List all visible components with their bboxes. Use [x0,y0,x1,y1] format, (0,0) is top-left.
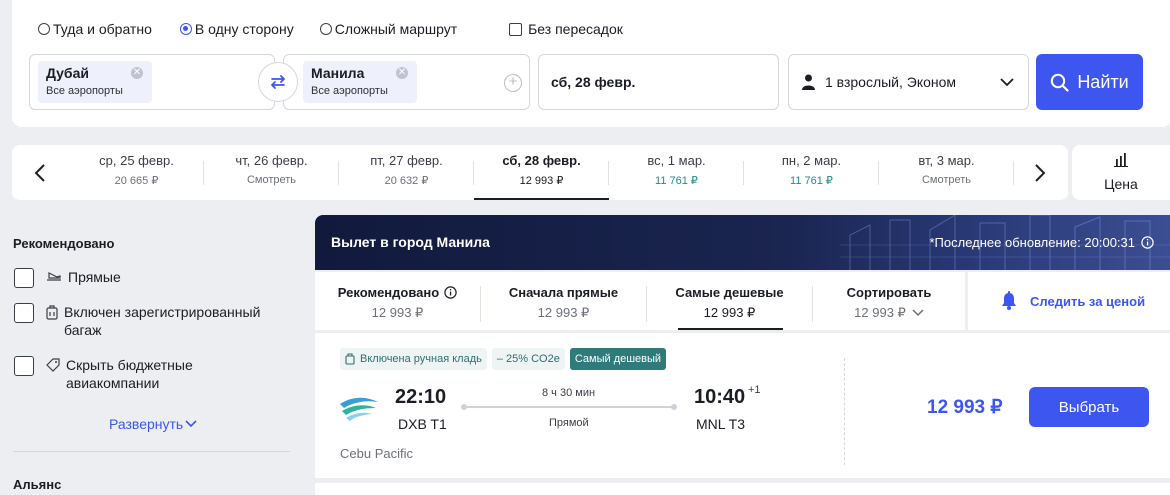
filter-hide-budget[interactable]: Скрыть бюджетные авиакомпании [14,356,284,392]
bar-chart-icon [1114,153,1128,167]
date-option[interactable]: пт, 27 февр. 20 632 ₽ [339,145,474,200]
badge-cheapest: Самый дешевый [569,348,667,370]
chevron-down-icon [912,309,924,317]
clear-origin-icon[interactable]: ✕ [131,67,143,79]
route-line [461,404,677,410]
chevron-down-icon [185,420,197,428]
radio-icon [38,23,50,35]
departure-airport: DXB T1 [398,416,447,432]
badge-hand-luggage: Включена ручная кладь [340,348,487,370]
sort-direct-first[interactable]: Сначала прямые 12 993 ₽ [481,272,646,330]
info-icon[interactable] [444,286,457,299]
ticket-price: 12 993 ₽ [927,397,1003,418]
results-title: Вылет в город Манила [331,234,490,250]
next-flight-card [315,483,1170,495]
date-option[interactable]: вт, 3 мар. Смотреть [879,145,1014,200]
next-dates-button[interactable] [1025,158,1055,188]
sort-bar: Рекомендовано 12 993 ₽ Сначала прямые 12… [315,272,965,330]
track-price-button[interactable]: Следить за ценой [968,272,1170,330]
tag-icon [46,358,60,372]
passengers-value: 1 взрослый, Эконом [802,74,956,90]
person-icon [802,74,815,90]
flight-duration: 8 ч 30 мин [542,387,596,399]
date-option[interactable]: чт, 26 февр. Смотреть [204,145,339,200]
chevron-down-icon [1000,78,1014,87]
divider [1013,161,1014,185]
checkbox-icon [14,356,34,376]
date-option[interactable]: вс, 1 мар. 11 761 ₽ [609,145,744,200]
checkbox-icon [509,22,523,36]
arrival-airport: MNL T3 [696,416,746,432]
trip-type-roundtrip[interactable]: Туда и обратно [38,21,152,37]
sort-recommended[interactable]: Рекомендовано 12 993 ₽ [315,272,480,330]
last-update: *Последнее обновление: 20:00:31 [929,235,1154,250]
next-day-indicator: +1 [748,384,761,396]
swap-button[interactable] [258,62,298,102]
checkbox-icon [14,268,34,288]
trip-type-selector: Туда и обратно В одну сторону Сложный ма… [38,21,623,37]
active-tab-indicator [678,328,783,330]
destination-field[interactable]: Манила Все аэропорты ✕ + [283,54,530,110]
bag-icon [345,353,355,365]
arrival-time: 10:40 [694,386,746,408]
passengers-field[interactable]: 1 взрослый, Эконом [788,54,1029,110]
sort-dropdown[interactable]: Сортировать 12 993 ₽ [813,272,965,330]
airline-name: Cebu Pacific [340,446,413,461]
section-title-alliance: Альянс [13,477,62,492]
origin-field[interactable]: Дубай Все аэропорты ✕ [29,54,275,110]
add-destination-icon[interactable]: + [504,74,522,92]
date-option-selected[interactable]: сб, 28 февр. 12 993 ₽ [474,145,609,200]
origin-chip: Дубай Все аэропорты ✕ [38,61,152,103]
divider [844,358,845,465]
filter-checked-baggage[interactable]: Включен зарегистрированный багаж [14,303,284,339]
luggage-icon [46,305,58,320]
swap-icon [271,75,285,89]
stops-info: Прямой [549,417,589,429]
search-icon [1051,73,1069,92]
flight-card[interactable]: Включена ручная кладь – 25% CO2e Самый д… [315,333,1170,478]
prev-dates-button[interactable] [25,158,55,188]
departure-time: 22:10 [395,386,447,408]
date-carousel: ср, 25 февр. 20 665 ₽ чт, 26 февр. Смотр… [12,145,1068,200]
radio-selected-icon [179,23,192,35]
destination-chip: Манила Все аэропорты ✕ [303,61,417,103]
date-value: сб, 28 февр. [551,74,636,90]
results-header: Вылет в город Манила *Последнее обновлен… [315,215,1170,270]
info-icon[interactable] [1141,236,1154,249]
origin-airports: Все аэропорты [46,85,123,97]
date-option[interactable]: ср, 25 февр. 20 665 ₽ [69,145,204,200]
bell-icon [1002,291,1016,310]
badge-row: Включена ручная кладь – 25% CO2e Самый д… [340,348,671,370]
section-title: Рекомендовано [13,236,115,251]
date-field[interactable]: сб, 28 февр. [538,54,779,110]
filter-direct[interactable]: Прямые [14,268,284,288]
chevron-right-icon [1035,164,1045,182]
price-chart-button[interactable]: Цена [1072,145,1170,200]
nonstop-checkbox[interactable]: Без пересадок [509,21,623,37]
expand-filters-link[interactable]: Развернуть [109,416,197,432]
sort-cheapest[interactable]: Самые дешевые 12 993 ₽ [647,272,812,330]
plane-icon [47,272,61,281]
badge-co2: – 25% CO2e [491,348,565,370]
destination-airports: Все аэропорты [311,85,388,97]
divider [13,451,290,452]
airline-logo [340,397,378,421]
trip-type-oneway[interactable]: В одну сторону [179,21,294,37]
select-flight-button[interactable]: Выбрать [1029,387,1149,427]
date-option[interactable]: пн, 2 мар. 11 761 ₽ [744,145,879,200]
radio-icon [319,23,332,35]
checkbox-icon [14,303,34,323]
trip-type-multicity[interactable]: Сложный маршрут [319,21,457,37]
search-button[interactable]: Найти [1036,54,1143,110]
chevron-left-icon [35,164,45,182]
clear-destination-icon[interactable]: ✕ [396,67,408,79]
